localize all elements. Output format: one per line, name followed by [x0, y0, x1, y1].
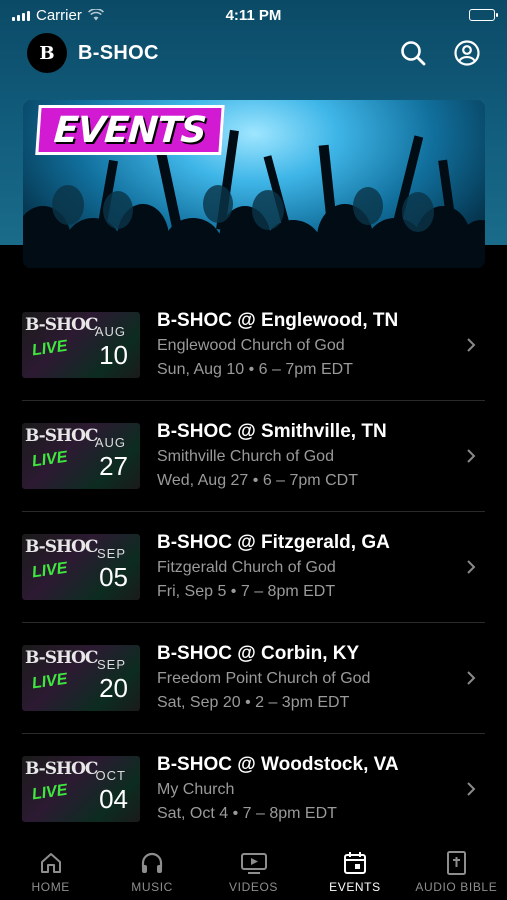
event-details: B-SHOC @ Fitzgerald, GA Fitzgerald Churc… [157, 531, 465, 604]
event-time: Sat, Oct 4 • 7 – 8pm EDT [157, 804, 337, 822]
tab-home[interactable]: HOME [0, 836, 101, 900]
event-day: 20 [99, 673, 128, 703]
event-month: AUG [94, 324, 126, 339]
event-details: B-SHOC @ Corbin, KY Freedom Point Church… [157, 642, 465, 715]
home-icon [40, 853, 61, 873]
event-title: B-SHOC @ Woodstock, VA [157, 753, 399, 775]
thumbnail-logo: B-SHOC [25, 537, 98, 557]
thumbnail-live: LIVE [30, 781, 69, 804]
event-venue: Englewood Church of God [157, 336, 345, 354]
event-day: 05 [99, 562, 128, 592]
event-row-4[interactable]: B-SHOC LIVE OCT 04 B-SHOC @ Woodstock, V… [22, 734, 485, 845]
tab-music[interactable]: MUSIC [101, 836, 202, 900]
tab-label: EVENTS [329, 880, 381, 894]
events-badge: EVENTS [35, 105, 225, 155]
chevron-right-icon [467, 338, 476, 352]
chevron-right-icon [467, 560, 476, 574]
event-time: Wed, Aug 27 • 6 – 7pm CDT [157, 471, 358, 489]
status-time: 4:11 PM [225, 6, 282, 24]
events-list: B-SHOC LIVE AUG 10 B-SHOC @ Englewood, T… [0, 290, 507, 845]
carrier-label: Carrier [36, 6, 82, 24]
tab-label: VIDEOS [229, 880, 278, 894]
signal-icon [12, 9, 30, 21]
tab-bar: HOME MUSIC VIDEOS EVENTS AUDIO BIBLE [0, 836, 507, 900]
thumbnail-logo: B-SHOC [25, 648, 98, 668]
event-venue: Freedom Point Church of God [157, 669, 371, 687]
tab-events[interactable]: EVENTS [304, 836, 405, 900]
status-left: Carrier [12, 7, 104, 24]
chevron-right-icon [467, 671, 476, 685]
event-details: B-SHOC @ Englewood, TN Englewood Church … [157, 309, 465, 382]
event-time: Fri, Sep 5 • 7 – 8pm EDT [157, 582, 336, 600]
calendar-icon [343, 852, 366, 874]
event-venue: Fitzgerald Church of God [157, 558, 336, 576]
event-day: 10 [99, 340, 128, 370]
event-title: B-SHOC @ Corbin, KY [157, 642, 360, 664]
event-thumbnail: B-SHOC LIVE AUG 10 [22, 312, 140, 378]
thumbnail-logo: B-SHOC [25, 315, 98, 335]
event-venue: My Church [157, 780, 235, 798]
event-row-1[interactable]: B-SHOC LIVE AUG 27 B-SHOC @ Smithville, … [22, 401, 485, 512]
event-details: B-SHOC @ Smithville, TN Smithville Churc… [157, 420, 465, 493]
thumbnail-logo: B-SHOC [25, 426, 98, 446]
event-title: B-SHOC @ Englewood, TN [157, 309, 399, 331]
logo-text: B [39, 42, 55, 64]
event-title: B-SHOC @ Smithville, TN [157, 420, 387, 442]
event-month: AUG [94, 435, 126, 450]
event-row-0[interactable]: B-SHOC LIVE AUG 10 B-SHOC @ Englewood, T… [22, 290, 485, 401]
event-venue: Smithville Church of God [157, 447, 334, 465]
tab-label: MUSIC [131, 880, 173, 894]
event-day: 04 [99, 784, 128, 814]
headphones-icon [142, 852, 163, 873]
event-month: OCT [95, 768, 126, 783]
search-icon[interactable] [400, 40, 426, 66]
status-bar: Carrier 4:11 PM [0, 0, 507, 30]
event-thumbnail: B-SHOC LIVE OCT 04 [22, 756, 140, 822]
event-thumbnail: B-SHOC LIVE SEP 05 [22, 534, 140, 600]
bible-icon [447, 851, 467, 875]
header-actions [400, 40, 480, 66]
thumbnail-live: LIVE [30, 448, 69, 471]
video-icon [240, 853, 267, 874]
event-thumbnail: B-SHOC LIVE SEP 20 [22, 645, 140, 711]
thumbnail-live: LIVE [30, 559, 69, 582]
event-month: SEP [96, 657, 126, 672]
event-details: B-SHOC @ Woodstock, VA My Church Sat, Oc… [157, 753, 465, 826]
tab-label: AUDIO BIBLE [415, 880, 498, 894]
chevron-right-icon [467, 782, 476, 796]
battery-icon [469, 9, 498, 21]
tab-audio-bible[interactable]: AUDIO BIBLE [406, 836, 507, 900]
app-header: B B-SHOC [0, 33, 507, 73]
events-badge-text: EVENTS [52, 109, 208, 151]
event-time: Sun, Aug 10 • 6 – 7pm EDT [157, 360, 353, 378]
event-thumbnail: B-SHOC LIVE AUG 27 [22, 423, 140, 489]
tab-label: HOME [31, 880, 70, 894]
chevron-right-icon [467, 449, 476, 463]
account-icon[interactable] [454, 40, 480, 66]
event-title: B-SHOC @ Fitzgerald, GA [157, 531, 390, 553]
wifi-icon [87, 9, 104, 21]
thumbnail-live: LIVE [30, 670, 69, 693]
event-month: SEP [96, 546, 126, 561]
event-row-3[interactable]: B-SHOC LIVE SEP 20 B-SHOC @ Corbin, KY F… [22, 623, 485, 734]
thumbnail-live: LIVE [30, 337, 69, 360]
event-day: 27 [99, 451, 128, 481]
tab-videos[interactable]: VIDEOS [203, 836, 304, 900]
app-logo[interactable]: B [27, 33, 67, 73]
event-row-2[interactable]: B-SHOC LIVE SEP 05 B-SHOC @ Fitzgerald, … [22, 512, 485, 623]
event-time: Sat, Sep 20 • 2 – 3pm EDT [157, 693, 350, 711]
app-title: B-SHOC [78, 41, 159, 64]
thumbnail-logo: B-SHOC [25, 759, 98, 779]
events-hero-banner: EVENTS [23, 100, 485, 268]
